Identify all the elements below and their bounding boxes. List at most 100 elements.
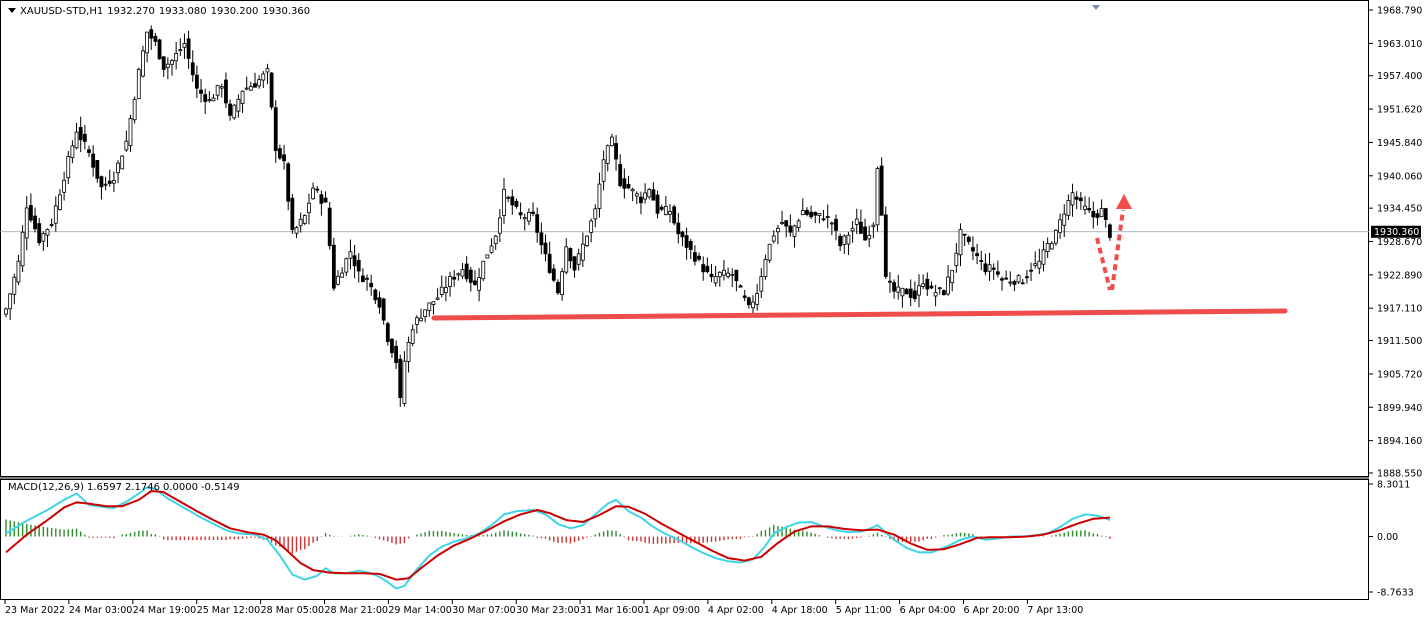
price-candle [796,218,801,232]
price-candle [896,274,901,300]
candle-body [713,276,718,284]
candle-body [1108,224,1112,238]
candle-body [809,211,813,218]
price-candle [356,253,361,283]
candle-body [655,194,660,214]
price-candle [28,193,33,223]
candle-body [688,241,693,250]
time-axis-label: 30 Mar 23:00 [516,605,579,616]
price-candle [788,214,793,237]
price-candle [543,234,548,262]
price-candle [975,243,979,265]
candle-body [1016,275,1021,283]
candle-body [971,247,975,252]
candle-body [307,202,311,214]
price-candle [82,124,87,150]
price-candle [58,189,62,211]
candle-body [33,215,37,230]
price-candle [473,270,477,286]
price-candle [564,238,569,275]
bounce-arrow-up-stroke[interactable] [1110,209,1125,291]
price-candle [435,288,440,301]
price-candle [697,252,701,262]
candle-body [751,301,755,309]
price-candle [813,211,818,224]
price-candle [709,264,714,283]
candle-body [800,210,805,216]
chart-menu-icon[interactable] [8,8,16,13]
candle-body [888,280,892,283]
price-candle [701,256,706,281]
candle-body [626,184,631,189]
price-candle [1020,278,1025,285]
candle-body [190,62,195,76]
price-candle [626,175,631,190]
price-candle [1029,262,1033,281]
candle-body [518,212,523,216]
candle-body [16,260,21,283]
price-candle [672,204,677,226]
price-candle [385,321,390,346]
bounce-arrow-down-stroke[interactable] [1095,237,1112,291]
candle-body [493,235,498,245]
chart-svg[interactable]: 1968.790 1963.010 1957.400 1951.620 1945.840… [0,0,1424,623]
price-candle [722,259,726,281]
price-candle [78,116,83,153]
price-candle [610,133,614,147]
candle-body [448,276,452,287]
price-candle [62,171,66,201]
candle-body [1049,243,1054,250]
price-candle [481,260,486,282]
time-axis-label: 1 Apr 09:00 [644,605,700,616]
price-candle [1087,197,1092,214]
candle-body [784,220,789,227]
price-candle [614,135,618,171]
price-candle [182,33,187,59]
price-candle [502,178,506,224]
price-candle [580,232,585,267]
price-candle [846,231,851,256]
price-candle [634,191,639,204]
price-candle [66,150,71,185]
candle-body [327,207,332,247]
candle-body [580,243,585,261]
chart-shift-marker[interactable] [1092,5,1100,10]
price-axis-label: 1905.720 [1377,369,1422,380]
price-candle [879,157,884,216]
price-candle [1074,191,1079,210]
candle-body [41,232,46,242]
candle-body [589,220,594,233]
price-candle [780,210,784,226]
candle-body [958,229,963,256]
price-candle [315,185,320,193]
candle-body [585,235,589,246]
candle-body [87,149,91,153]
price-candle [771,230,776,244]
time-axis-label: 23 Mar 2022 [5,605,65,616]
candle-body [149,29,154,39]
time-axis-label: 31 Mar 16:00 [580,605,643,616]
candle-body [74,131,79,149]
candle-body [850,227,855,232]
candle-body [257,79,262,87]
candle-body [66,156,71,179]
price-candle [427,302,432,317]
candle-body [365,277,369,280]
support-line[interactable] [431,308,1288,321]
candle-body [298,218,303,227]
price-candle [236,94,241,118]
price-candle [618,154,623,188]
candle-body [568,248,573,262]
candle-body [464,263,469,280]
time-axis-label: 4 Apr 02:00 [708,605,764,616]
price-candle [431,301,436,315]
macd-header: MACD(12,26,9) 1.6597 2.1746 0.0000 -0.5149 [8,482,243,493]
candle-body [946,276,950,295]
candle-body [1041,249,1046,265]
candle-body [991,267,996,270]
candle-body [82,133,87,142]
candle-body [49,224,54,226]
candle-body [842,235,847,245]
candle-body [439,286,444,295]
price-candle [647,188,652,200]
